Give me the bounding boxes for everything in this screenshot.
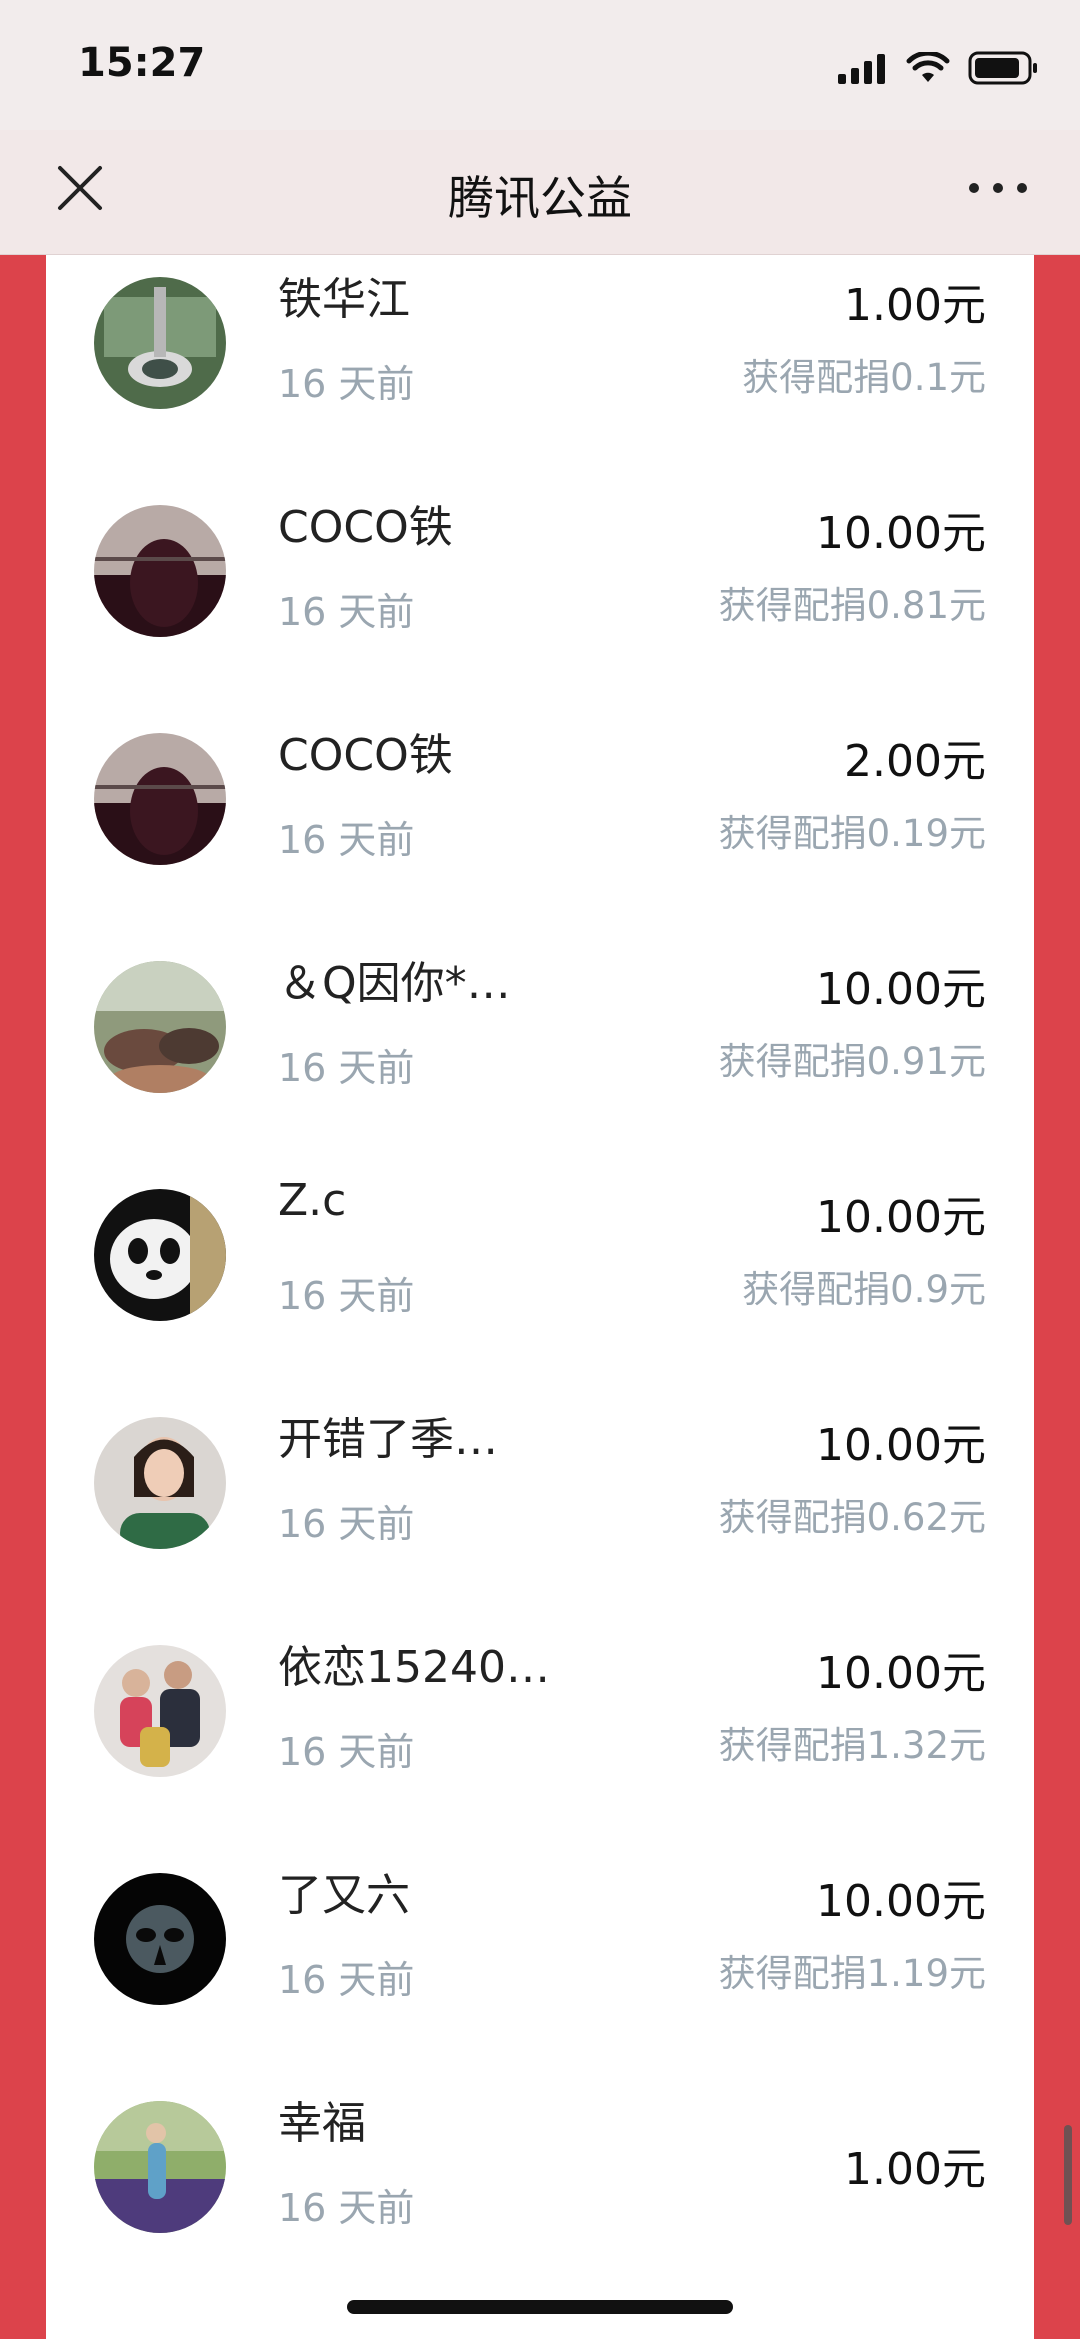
donor-amount: 10.00元 [816,964,986,1015]
donor-time: 16 天前 [278,2186,415,2230]
donor-avatar [94,1645,226,1777]
donor-match: 获得配捐0.91元 [718,1040,986,1083]
donor-row[interactable]: Z.c 16 天前 10.00元 获得配捐0.9元 [46,1117,1034,1345]
cellular-signal-icon [838,54,885,84]
donor-row[interactable]: 依恋15240… 16 天前 10.00元 获得配捐1.32元 [46,1573,1034,1801]
donor-match: 获得配捐0.9元 [742,1268,986,1311]
donor-row[interactable]: ＆Q因你*… 16 天前 10.00元 获得配捐0.91元 [46,889,1034,1117]
donor-avatar [94,961,226,1093]
donor-avatar [94,1417,226,1549]
donor-amount: 10.00元 [816,1192,986,1243]
home-indicator[interactable] [347,2300,733,2314]
donor-avatar [94,1189,226,1321]
donor-row[interactable]: 铁华江 16 天前 1.00元 获得配捐0.1元 [46,205,1034,433]
donor-row[interactable]: 开错了季… 16 天前 10.00元 获得配捐0.62元 [46,1345,1034,1573]
donor-avatar [94,505,226,637]
donor-row[interactable]: 了又六 16 天前 10.00元 获得配捐1.19元 [46,1801,1034,2029]
donor-name: 铁华江 [278,274,410,325]
donor-row[interactable]: 幸福 16 天前 1.00元 [46,2029,1034,2257]
donor-time: 16 天前 [278,1502,415,1546]
donor-amount: 1.00元 [844,280,986,331]
scrollbar[interactable] [1064,2125,1072,2225]
donor-avatar [94,2101,226,2233]
donor-time: 16 天前 [278,1274,415,1318]
donor-time: 16 天前 [278,1046,415,1090]
donor-row[interactable]: COCO铁 16 天前 10.00元 获得配捐0.81元 [46,433,1034,661]
donor-match: 获得配捐1.19元 [718,1952,986,1995]
status-time: 15:27 [78,40,206,86]
donor-avatar [94,1873,226,2005]
donor-time: 16 天前 [278,1730,415,1774]
donor-amount: 10.00元 [816,508,986,559]
donor-time: 16 天前 [278,362,415,406]
donor-match: 获得配捐0.1元 [742,356,986,399]
status-icons [838,48,1040,88]
wifi-icon [906,52,950,82]
donor-card: 铁华江 16 天前 1.00元 获得配捐0.1元 COCO铁 16 天前 10.… [46,255,1034,2339]
donor-match: 获得配捐1.32元 [718,1724,986,1767]
donor-match: 获得配捐0.19元 [718,812,986,855]
donor-name: COCO铁 [278,730,453,781]
donor-name: Z.c [278,1175,347,1226]
donor-row[interactable]: COCO铁 16 天前 2.00元 获得配捐0.19元 [46,661,1034,889]
donor-name: 了又六 [278,1870,410,1921]
donor-name: 幸福 [278,2098,366,2149]
donor-amount: 10.00元 [816,1876,986,1927]
donor-amount: 10.00元 [816,1648,986,1699]
donor-name: ＆Q因你*… [278,958,511,1009]
donor-amount: 10.00元 [816,1420,986,1471]
donor-time: 16 天前 [278,590,415,634]
battery-icon [968,51,1037,85]
donor-amount: 1.00元 [844,2144,986,2195]
donor-avatar [94,277,226,409]
donor-time: 16 天前 [278,1958,415,2002]
donor-name: 开错了季… [278,1414,498,1465]
donor-amount: 2.00元 [844,736,986,787]
donor-name: 依恋15240… [278,1642,550,1693]
status-bar: 15:27 [0,0,1080,130]
donor-name: COCO铁 [278,502,453,553]
donor-time: 16 天前 [278,818,415,862]
donor-avatar [94,733,226,865]
donor-match: 获得配捐0.62元 [718,1496,986,1539]
donor-match: 获得配捐0.81元 [718,584,986,627]
